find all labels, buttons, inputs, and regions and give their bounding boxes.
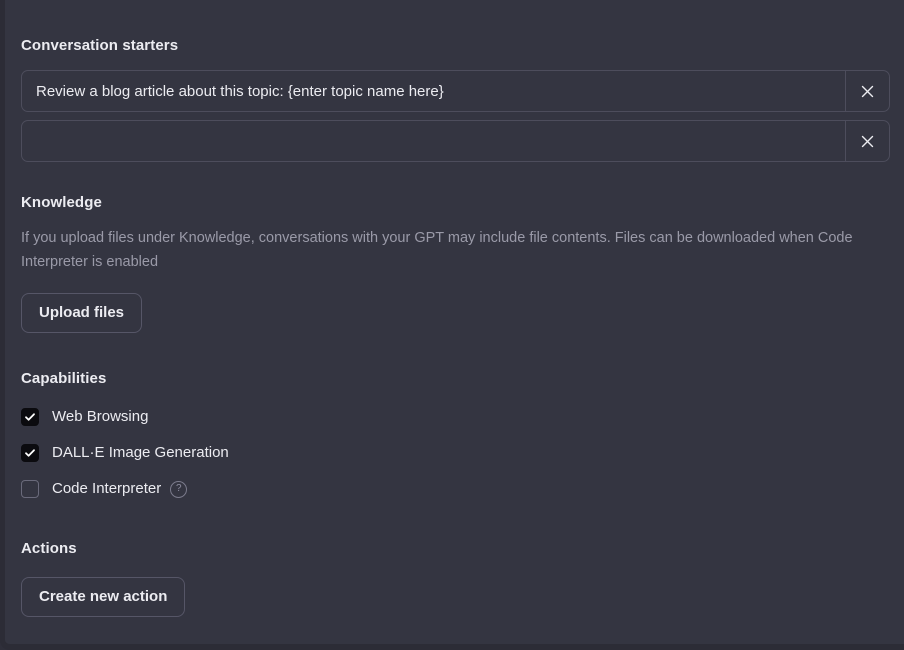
conversation-starter-row <box>21 120 890 162</box>
capabilities-title: Capabilities <box>21 370 107 387</box>
capability-row-dalle-image-generation: DALL·E Image Generation <box>21 435 890 471</box>
checkbox-dalle-image-generation[interactable] <box>21 444 39 462</box>
gpt-builder-configure-panel: Conversation starters Review a blog arti… <box>0 0 904 650</box>
capability-label-web-browsing: Web Browsing <box>52 408 149 425</box>
conversation-starter-input-2[interactable] <box>22 121 845 161</box>
capabilities-list: Web Browsing DALL·E Image Generation Cod… <box>21 399 890 507</box>
capability-label-dalle-image-generation: DALL·E Image Generation <box>52 444 229 461</box>
checkbox-web-browsing[interactable] <box>21 408 39 426</box>
conversation-starters-title: Conversation starters <box>21 37 179 54</box>
conversation-starter-input-1[interactable] <box>22 71 845 111</box>
help-icon[interactable]: ? <box>170 480 188 498</box>
close-icon[interactable] <box>845 71 889 111</box>
actions-title: Actions <box>21 540 77 557</box>
create-new-action-button[interactable]: Create new action <box>21 577 186 617</box>
conversation-starters-section: Conversation starters <box>21 36 890 162</box>
knowledge-section: Knowledge If you upload files under Know… <box>21 193 890 333</box>
capability-row-web-browsing: Web Browsing <box>21 399 890 435</box>
close-icon[interactable] <box>845 121 889 161</box>
checkbox-code-interpreter[interactable] <box>21 480 39 498</box>
capability-label-code-interpreter: Code Interpreter <box>52 480 162 497</box>
panel-content: Conversation starters Review a blog arti… <box>5 0 904 617</box>
capabilities-section: Capabilities Web Browsing DALL·E Image G… <box>21 369 890 507</box>
actions-section: Actions Create new action <box>21 539 890 617</box>
upload-files-wrap: Upload files <box>21 293 890 333</box>
capability-row-code-interpreter: Code Interpreter ? <box>21 471 890 507</box>
conversation-starters-list <box>21 70 890 162</box>
knowledge-description: If you upload files under Knowledge, con… <box>21 230 853 270</box>
create-new-action-wrap: Create new action <box>21 577 890 617</box>
conversation-starter-row <box>21 70 890 112</box>
knowledge-title: Knowledge <box>21 194 102 211</box>
upload-files-button[interactable]: Upload files <box>21 293 143 333</box>
